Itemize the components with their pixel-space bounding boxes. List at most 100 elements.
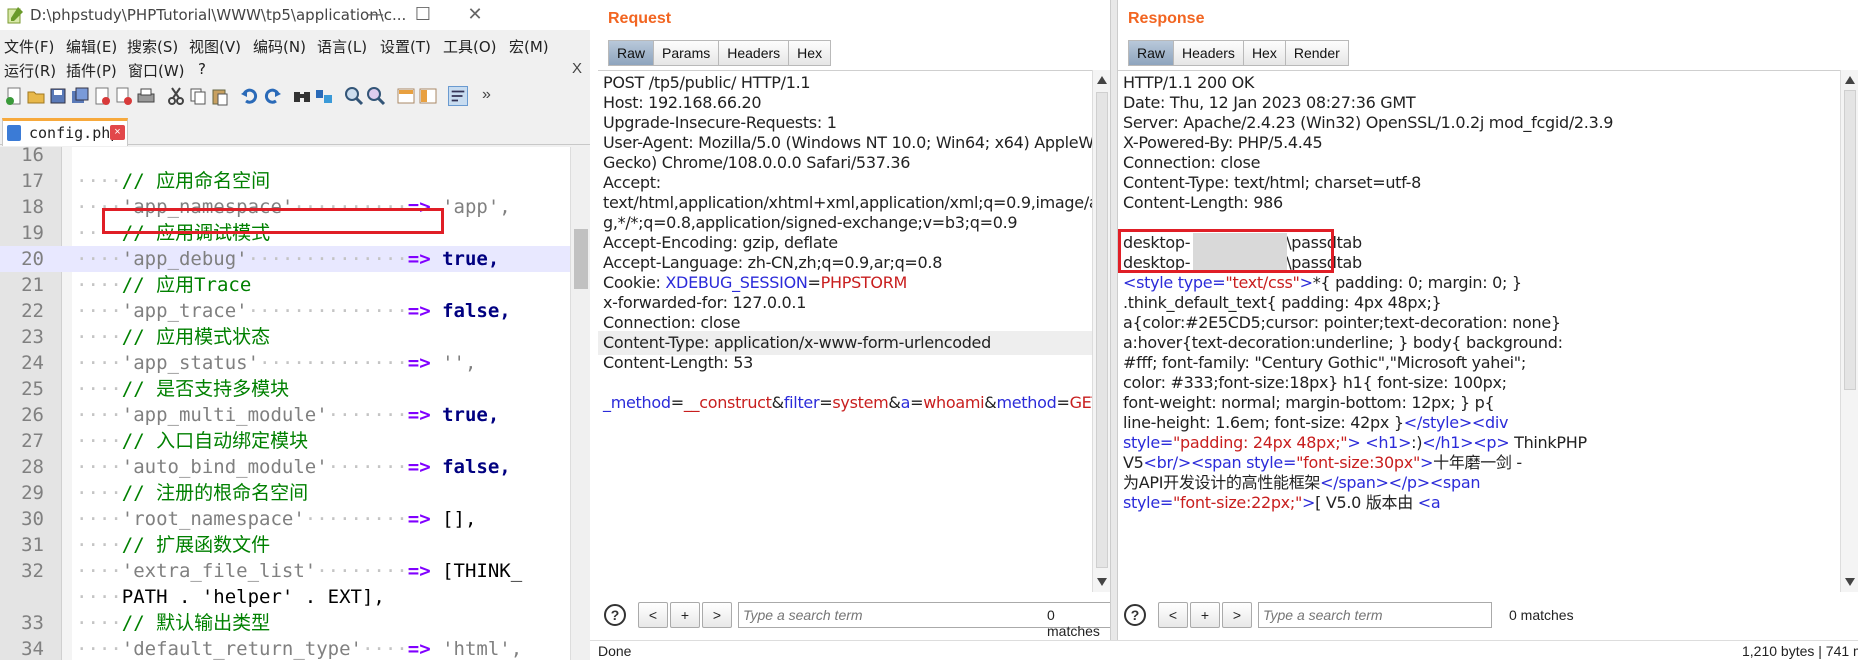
body-param-value: whoami <box>923 393 985 412</box>
minimize-icon[interactable]: — <box>352 2 398 28</box>
search-next-button[interactable]: > <box>702 602 732 628</box>
code-text: ····'app_trace'··············=> false, <box>76 300 511 322</box>
line-number: 33 <box>21 612 44 634</box>
copy-icon[interactable] <box>188 86 208 106</box>
paste-icon[interactable] <box>210 86 230 106</box>
status-left: Done <box>598 643 632 659</box>
sync-scroll-v-icon[interactable] <box>396 86 416 106</box>
save-all-icon[interactable] <box>70 86 90 106</box>
scroll-up-icon[interactable] <box>1097 76 1107 84</box>
code-text: ····'app_status'·············=> '', <box>76 352 477 374</box>
undo-icon[interactable] <box>240 86 260 106</box>
request-scrollbar[interactable] <box>1092 70 1110 592</box>
menu-tools[interactable]: 工具(O) <box>443 36 497 57</box>
menu-edit[interactable]: 编辑(E) <box>66 36 117 57</box>
menu-plugins[interactable]: 插件(P) <box>66 60 117 81</box>
code-line: 32 ····'extra_file_list'········=> [THINK… <box>0 558 570 584</box>
line-number: 17 <box>21 170 44 192</box>
response-tab-render[interactable]: Render <box>1284 40 1349 66</box>
request-tab-headers[interactable]: Headers <box>718 40 790 66</box>
code-line: 25 ····// 是否支持多模块 <box>0 376 570 402</box>
new-file-icon[interactable] <box>4 86 24 106</box>
editor-scrollbar-thumb[interactable] <box>574 229 588 289</box>
code-line: 28 ····'auto_bind_module'·······=> false, <box>0 454 570 480</box>
response-tabs: Raw Headers Hex Render <box>1128 40 1349 66</box>
menu-window[interactable]: 窗口(W) <box>128 60 185 81</box>
redo-icon[interactable] <box>262 86 282 106</box>
close-icon[interactable]: ✕ <box>452 2 498 28</box>
cookie-eq: = <box>807 273 821 292</box>
response-tab-headers[interactable]: Headers <box>1173 40 1244 66</box>
file-icon <box>7 125 21 141</box>
code-line: 34 ····'default_return_type'····=> 'html'… <box>0 636 570 660</box>
menu-settings[interactable]: 设置(T) <box>380 36 431 57</box>
maximize-icon[interactable]: ☐ <box>400 2 446 28</box>
menu-encoding[interactable]: 编码(N) <box>253 36 306 57</box>
request-scrollbar-thumb[interactable] <box>1096 92 1108 568</box>
code-line: 24 ····'app_status'·············=> '', <box>0 350 570 376</box>
sync-scroll-h-icon[interactable] <box>418 86 438 106</box>
menu-file[interactable]: 文件(F) <box>4 36 54 57</box>
response-raw-text[interactable]: HTTP/1.1 200 OK Date: Thu, 12 Jan 2023 0… <box>1118 70 1840 592</box>
help-icon[interactable]: ? <box>1124 604 1146 626</box>
code-line: 26 ····'app_multi_module'·······=> true, <box>0 402 570 428</box>
scroll-down-icon[interactable] <box>1097 578 1107 586</box>
request-search-bar: ? < + > 0 matches <box>598 598 1110 639</box>
code-text: ····'default_return_type'····=> 'html', <box>76 638 523 660</box>
save-icon[interactable] <box>48 86 68 106</box>
editor-scrollbar[interactable] <box>570 147 590 660</box>
body-param-value: __construct <box>683 393 772 412</box>
response-tab-raw[interactable]: Raw <box>1128 40 1175 66</box>
search-add-button[interactable]: + <box>670 602 700 628</box>
resp-line: Content-Length: 986 <box>1123 193 1283 212</box>
code-line: 29 ····// 注册的根命名空间 <box>0 480 570 506</box>
scroll-down-icon[interactable] <box>1845 578 1855 586</box>
request-body: _method=__construct&filter=system&a=whoa… <box>603 391 1092 415</box>
scroll-up-icon[interactable] <box>1845 76 1855 84</box>
request-tab-hex[interactable]: Hex <box>788 40 832 66</box>
response-scrollbar[interactable] <box>1840 70 1858 592</box>
tab-close-icon[interactable]: × <box>110 125 125 140</box>
panel-splitter[interactable] <box>1110 0 1118 660</box>
word-wrap-icon[interactable] <box>448 86 468 106</box>
line-number: 31 <box>21 534 44 556</box>
toolbar-overflow-icon[interactable]: » <box>482 86 491 104</box>
print-icon[interactable] <box>136 86 156 106</box>
open-file-icon[interactable] <box>26 86 46 106</box>
response-tab-hex[interactable]: Hex <box>1242 40 1286 66</box>
zoom-out-icon[interactable] <box>366 86 386 106</box>
request-tab-params[interactable]: Params <box>653 40 720 66</box>
menu-language[interactable]: 语言(L) <box>317 36 367 57</box>
close-all-icon[interactable] <box>114 86 134 106</box>
replace-icon[interactable] <box>314 86 334 106</box>
line-number: 23 <box>21 326 44 348</box>
menu-macro[interactable]: 宏(M) <box>509 36 549 57</box>
code-line: 30 ····'root_namespace'·········=> [], <box>0 506 570 532</box>
close-file-icon[interactable] <box>92 86 112 106</box>
request-tab-raw[interactable]: Raw <box>608 40 655 66</box>
search-next-button[interactable]: > <box>1222 602 1252 628</box>
response-scrollbar-thumb[interactable] <box>1844 90 1856 390</box>
code-line: ····PATH . 'helper' . EXT], <box>0 584 570 610</box>
cut-icon[interactable] <box>166 86 186 106</box>
tab-config-php[interactable]: config.php × <box>2 118 128 146</box>
menu-help[interactable]: ? <box>198 60 206 78</box>
search-add-button[interactable]: + <box>1190 602 1220 628</box>
menu-run[interactable]: 运行(R) <box>4 60 56 81</box>
search-prev-button[interactable]: < <box>638 602 668 628</box>
menu-search[interactable]: 搜索(S) <box>127 36 178 57</box>
request-panel: Request Raw Params Headers Hex POST /tp5/pu… <box>598 0 1110 660</box>
code-editor[interactable]: 16 17 ····// 应用命名空间 18 ····'app_namespace'··… <box>0 147 590 660</box>
help-icon[interactable]: ? <box>604 604 626 626</box>
search-prev-button[interactable]: < <box>1158 602 1188 628</box>
status-right: 1,210 bytes | 741 millis <box>1742 643 1858 659</box>
notepadpp-app-icon <box>7 7 23 24</box>
menu-view[interactable]: 视图(V) <box>189 36 241 57</box>
zoom-in-icon[interactable] <box>344 86 364 106</box>
request-raw-text[interactable]: POST /tp5/public/ HTTP/1.1 Host: 192.168… <box>598 70 1092 592</box>
response-search-input[interactable] <box>1258 602 1492 628</box>
menu-close-button[interactable]: X <box>572 60 582 77</box>
cookie-value: PHPSTORM <box>820 273 908 292</box>
code-text: ····// 默认输出类型 <box>76 612 271 634</box>
find-icon[interactable] <box>292 86 312 106</box>
